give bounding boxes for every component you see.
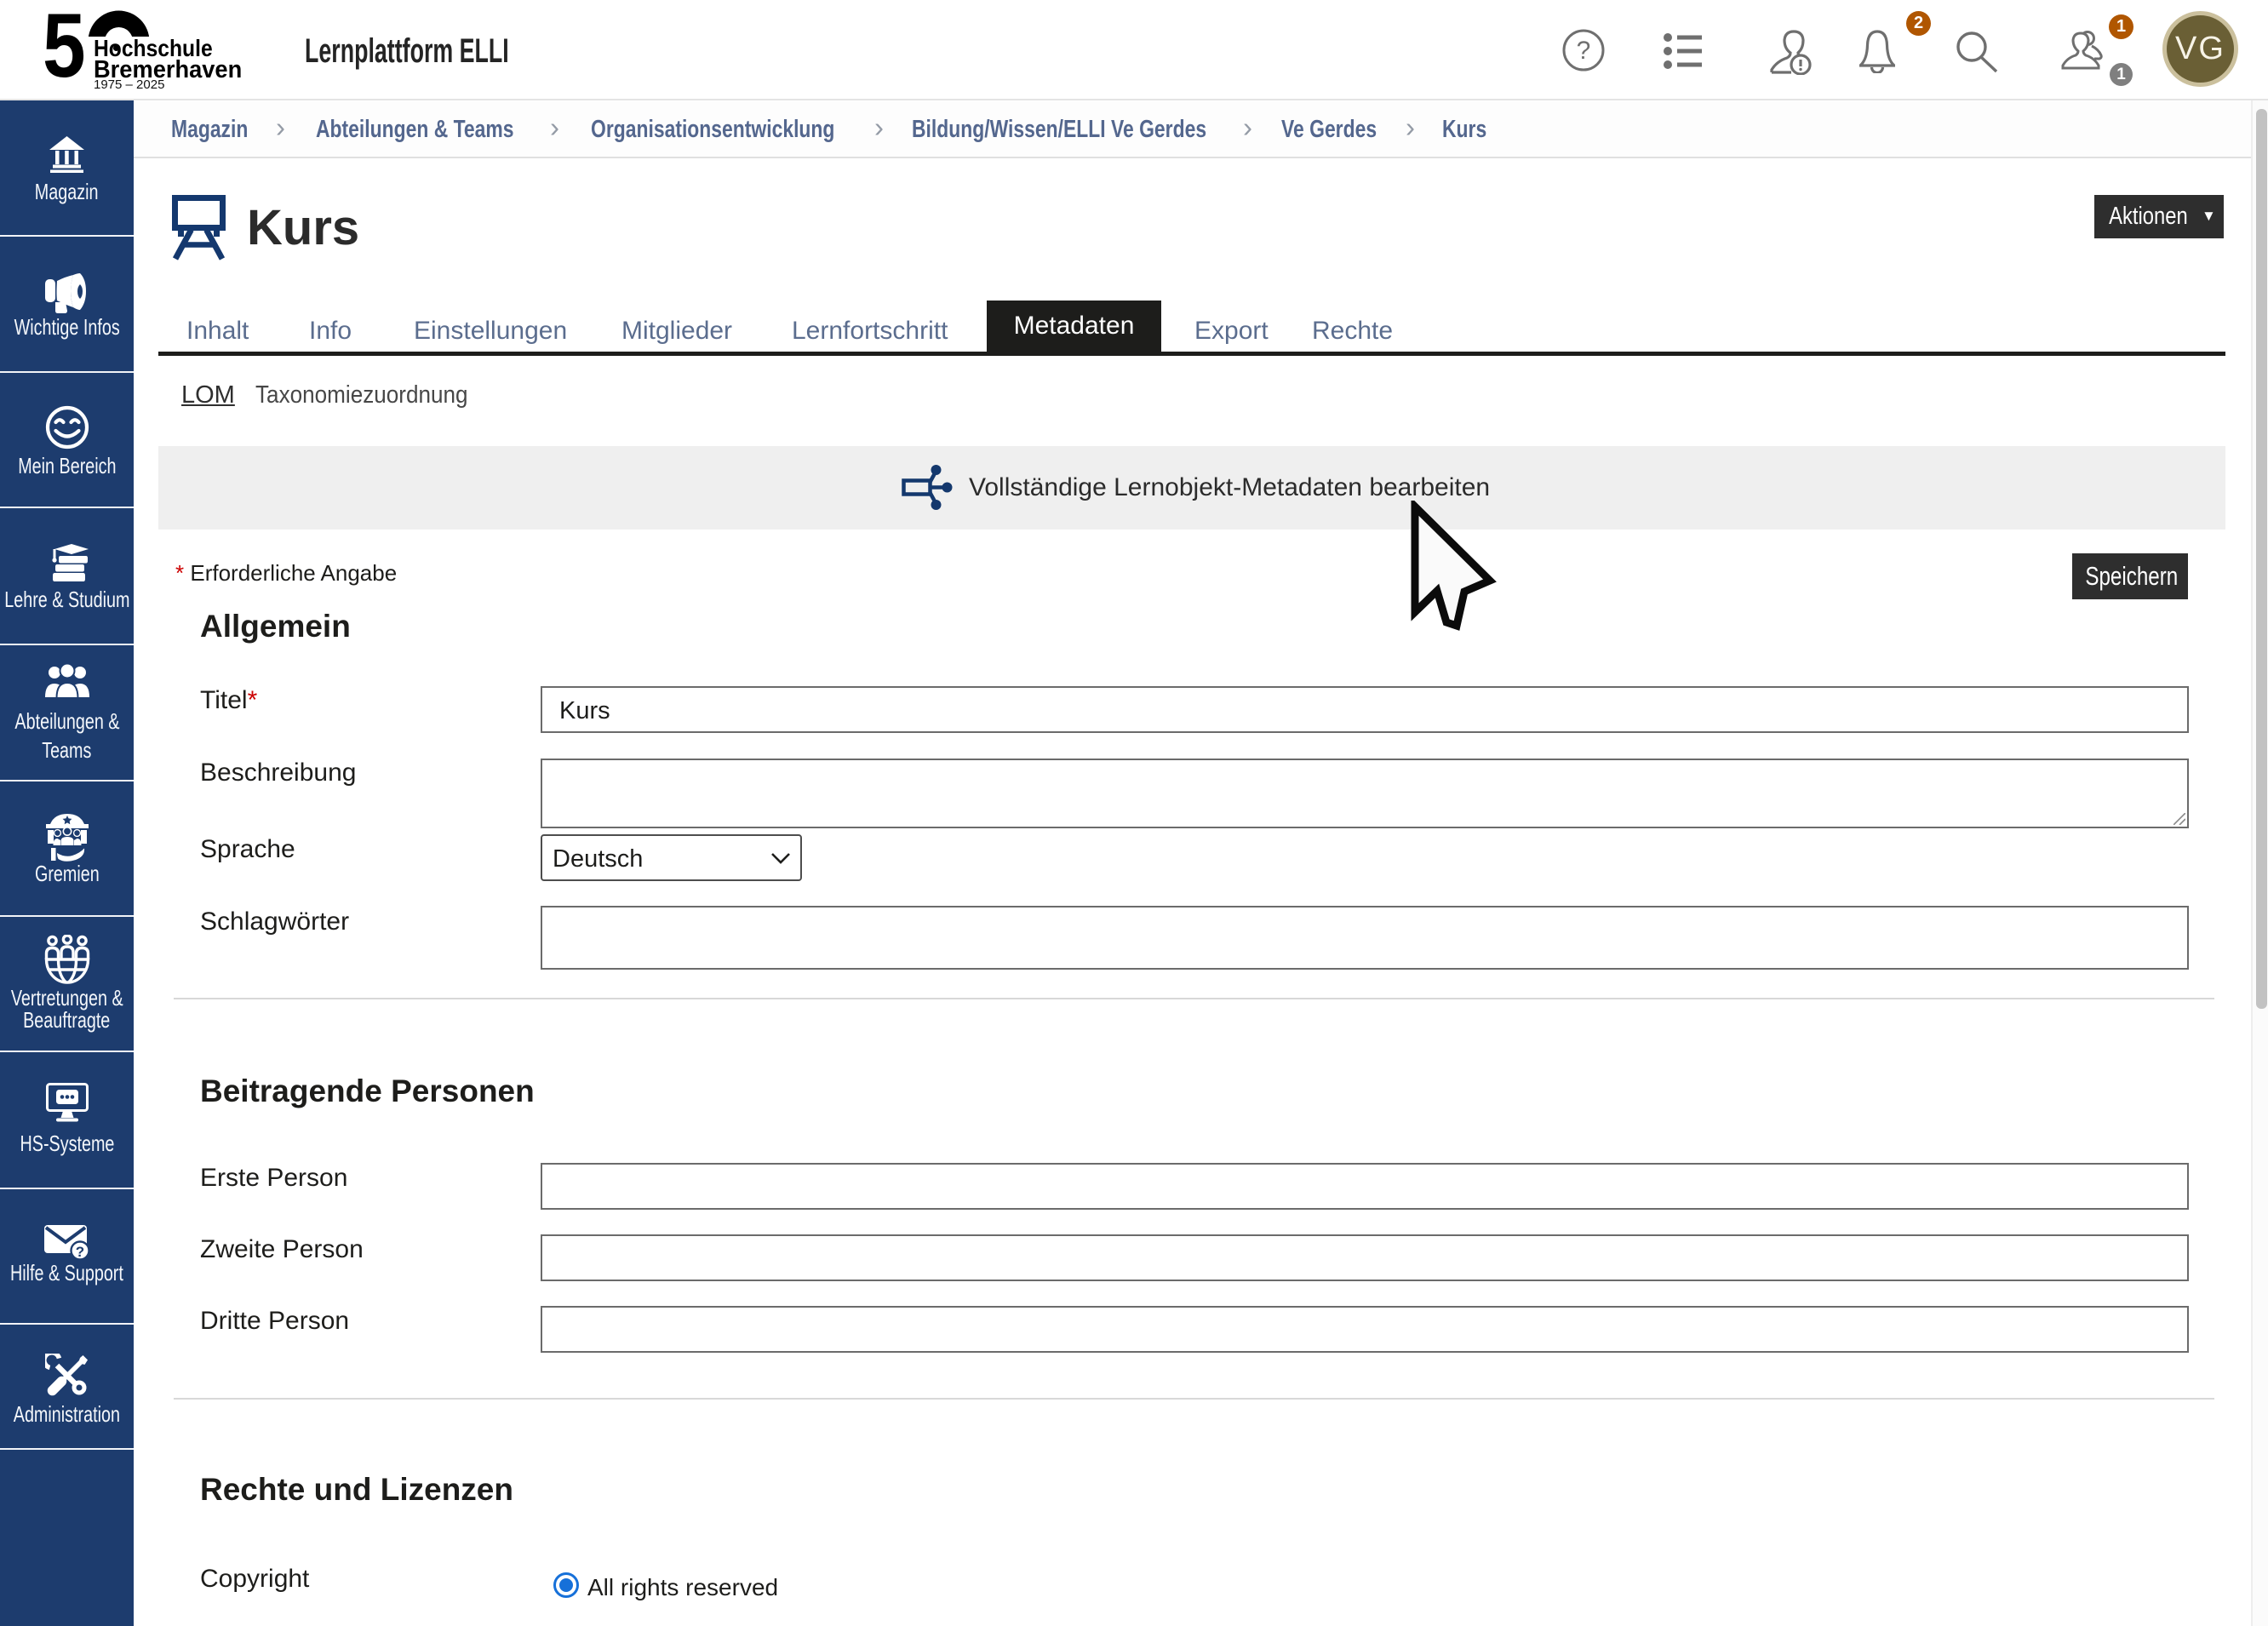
svg-text:?: ? (1577, 37, 1591, 65)
svg-text:?: ? (75, 1244, 83, 1260)
